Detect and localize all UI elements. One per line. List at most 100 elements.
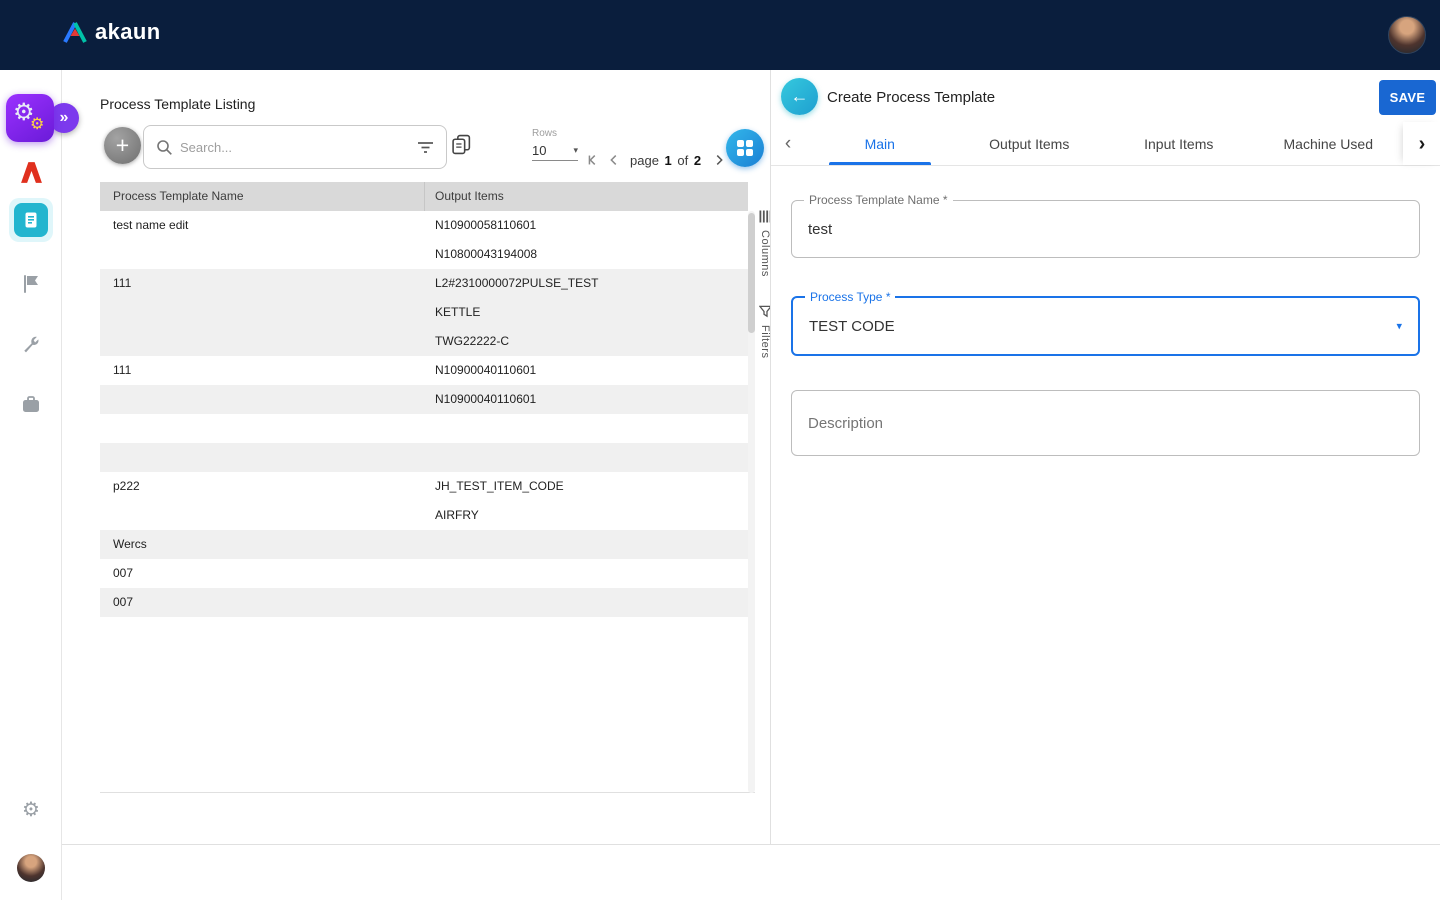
table-row[interactable]: Wercs — [100, 530, 748, 559]
tab-main[interactable]: Main — [805, 122, 955, 165]
search-input[interactable] — [180, 140, 410, 155]
field-value: test — [792, 201, 1419, 257]
table-row[interactable] — [100, 414, 748, 443]
next-page-button[interactable] — [710, 152, 728, 168]
cell-output-items — [425, 414, 748, 443]
sidebar-user-avatar[interactable] — [0, 854, 62, 882]
duplicate-icon[interactable] — [451, 134, 472, 155]
back-button[interactable]: ← — [781, 78, 818, 115]
cell-template-name: p222 — [100, 472, 425, 530]
gear-icon: ⚙ — [30, 114, 44, 134]
table-row[interactable]: N10900040110601 — [100, 385, 748, 414]
logo-text: akaun — [95, 19, 161, 45]
create-panel: ← Create Process Template SAVE ‹ Main Ou… — [770, 70, 1440, 845]
app-root: akaun — [0, 0, 1440, 900]
grid-view-button[interactable] — [726, 129, 764, 167]
chevron-down-icon: ▾ — [1396, 320, 1402, 333]
tab-machine-used[interactable]: Machine Used — [1254, 122, 1404, 165]
scrollbar-thumb[interactable] — [748, 213, 755, 333]
rows-value: 10 — [532, 143, 546, 158]
expand-icon: » — [60, 109, 69, 127]
table-row[interactable]: 111L2#2310000072PULSE_TESTKETTLETWG22222… — [100, 269, 748, 356]
cell-template-name: Wercs — [100, 530, 425, 559]
pagination: page 1 of 2 — [584, 150, 749, 170]
sidebar-item-tools[interactable] — [0, 333, 62, 355]
plus-icon: + — [116, 132, 129, 158]
rows-per-page-select[interactable]: Rows 10 ▾ — [532, 128, 582, 161]
field-label: Process Type * — [805, 290, 895, 304]
sidebar-item-settings[interactable]: ⚙ — [0, 797, 62, 822]
column-header-name[interactable]: Process Template Name — [100, 182, 425, 211]
cell-template-name: 007 — [100, 588, 425, 617]
panel-title: Create Process Template — [827, 87, 995, 109]
flag-icon — [20, 273, 42, 295]
description-placeholder: Description — [792, 391, 1419, 455]
filter-funnel-icon[interactable] — [417, 140, 434, 155]
sidebar-item-flag[interactable] — [0, 273, 62, 295]
page-title: Process Template Listing — [100, 96, 255, 112]
back-arrow-icon: ← — [791, 86, 809, 107]
process-type-select[interactable]: Process Type * TEST CODE ▾ — [791, 296, 1420, 356]
cell-output-items: N10900058110601N10800043194008 — [425, 211, 748, 269]
search-box — [143, 125, 447, 169]
topbar: akaun — [0, 0, 1440, 70]
cell-output-items: N10900040110601 — [425, 356, 748, 385]
prev-page-button[interactable] — [605, 152, 623, 168]
content: Process Template Listing + — [62, 70, 1440, 900]
save-button[interactable]: SAVE — [1379, 80, 1436, 115]
total-pages: 2 — [694, 153, 701, 168]
cell-template-name — [100, 385, 425, 414]
tabs-scroll-left-icon[interactable]: ‹ — [771, 122, 805, 165]
cell-template-name — [100, 414, 425, 443]
field-value: TEST CODE — [793, 298, 1418, 354]
sidebar: ⚙ — [0, 70, 62, 900]
red-a-icon — [19, 160, 44, 185]
grid-icon — [736, 139, 754, 157]
app-launcher: ⚙ ⚙ » — [6, 94, 79, 142]
current-page: 1 — [665, 153, 672, 168]
listing-panel: Process Template Listing + — [62, 70, 770, 845]
avatar — [17, 854, 45, 882]
akaun-logo-icon — [62, 21, 88, 43]
tab-output-items[interactable]: Output Items — [955, 122, 1105, 165]
table-row[interactable] — [100, 443, 748, 472]
cell-template-name: 111 — [100, 269, 425, 356]
cell-template-name: 007 — [100, 559, 425, 588]
cell-output-items — [425, 559, 748, 588]
tab-bar: ‹ Main Output Items Input Items Machine … — [771, 122, 1440, 166]
logo: akaun — [62, 19, 161, 45]
app-launcher-button[interactable]: ⚙ ⚙ — [6, 94, 54, 142]
tabs-scroll-right-icon[interactable]: › — [1403, 122, 1440, 165]
table-row[interactable]: p222JH_TEST_ITEM_CODEAIRFRY — [100, 472, 748, 530]
page-indicator: page 1 of 2 — [630, 153, 703, 168]
sidebar-item-bag[interactable] — [0, 394, 62, 416]
cell-output-items: L2#2310000072PULSE_TESTKETTLETWG22222-C — [425, 269, 748, 356]
cell-template-name — [100, 443, 425, 472]
rows-label: Rows — [532, 128, 582, 139]
sidebar-item-documents[interactable] — [0, 198, 62, 242]
sidebar-item-red-app[interactable] — [0, 160, 62, 185]
cell-output-items — [425, 530, 748, 559]
table-row[interactable]: 007 — [100, 588, 748, 617]
process-template-name-field[interactable]: Process Template Name * test — [791, 200, 1420, 258]
column-header-output-items[interactable]: Output Items — [425, 182, 748, 211]
description-field[interactable]: Description — [791, 390, 1420, 456]
table-body: test name editN10900058110601N1080004319… — [100, 211, 748, 617]
cell-output-items: JH_TEST_ITEM_CODEAIRFRY — [425, 472, 748, 530]
chevron-down-icon: ▾ — [573, 145, 578, 156]
table-row[interactable]: test name editN10900058110601N1080004319… — [100, 211, 748, 269]
user-avatar[interactable] — [1388, 16, 1426, 54]
process-template-table: Process Template Name Output Items test … — [100, 182, 755, 793]
field-label: Process Template Name * — [804, 193, 953, 207]
first-page-button[interactable] — [584, 152, 602, 168]
add-button[interactable]: + — [104, 127, 141, 164]
document-module-icon — [9, 198, 53, 242]
tab-input-items[interactable]: Input Items — [1104, 122, 1254, 165]
table-row[interactable]: 111N10900040110601 — [100, 356, 748, 385]
table-scrollbar[interactable] — [748, 211, 755, 793]
briefcase-icon — [20, 394, 42, 416]
wrench-icon — [20, 333, 42, 355]
table-header: Process Template Name Output Items — [100, 182, 748, 211]
cell-template-name: test name edit — [100, 211, 425, 269]
table-row[interactable]: 007 — [100, 559, 748, 588]
